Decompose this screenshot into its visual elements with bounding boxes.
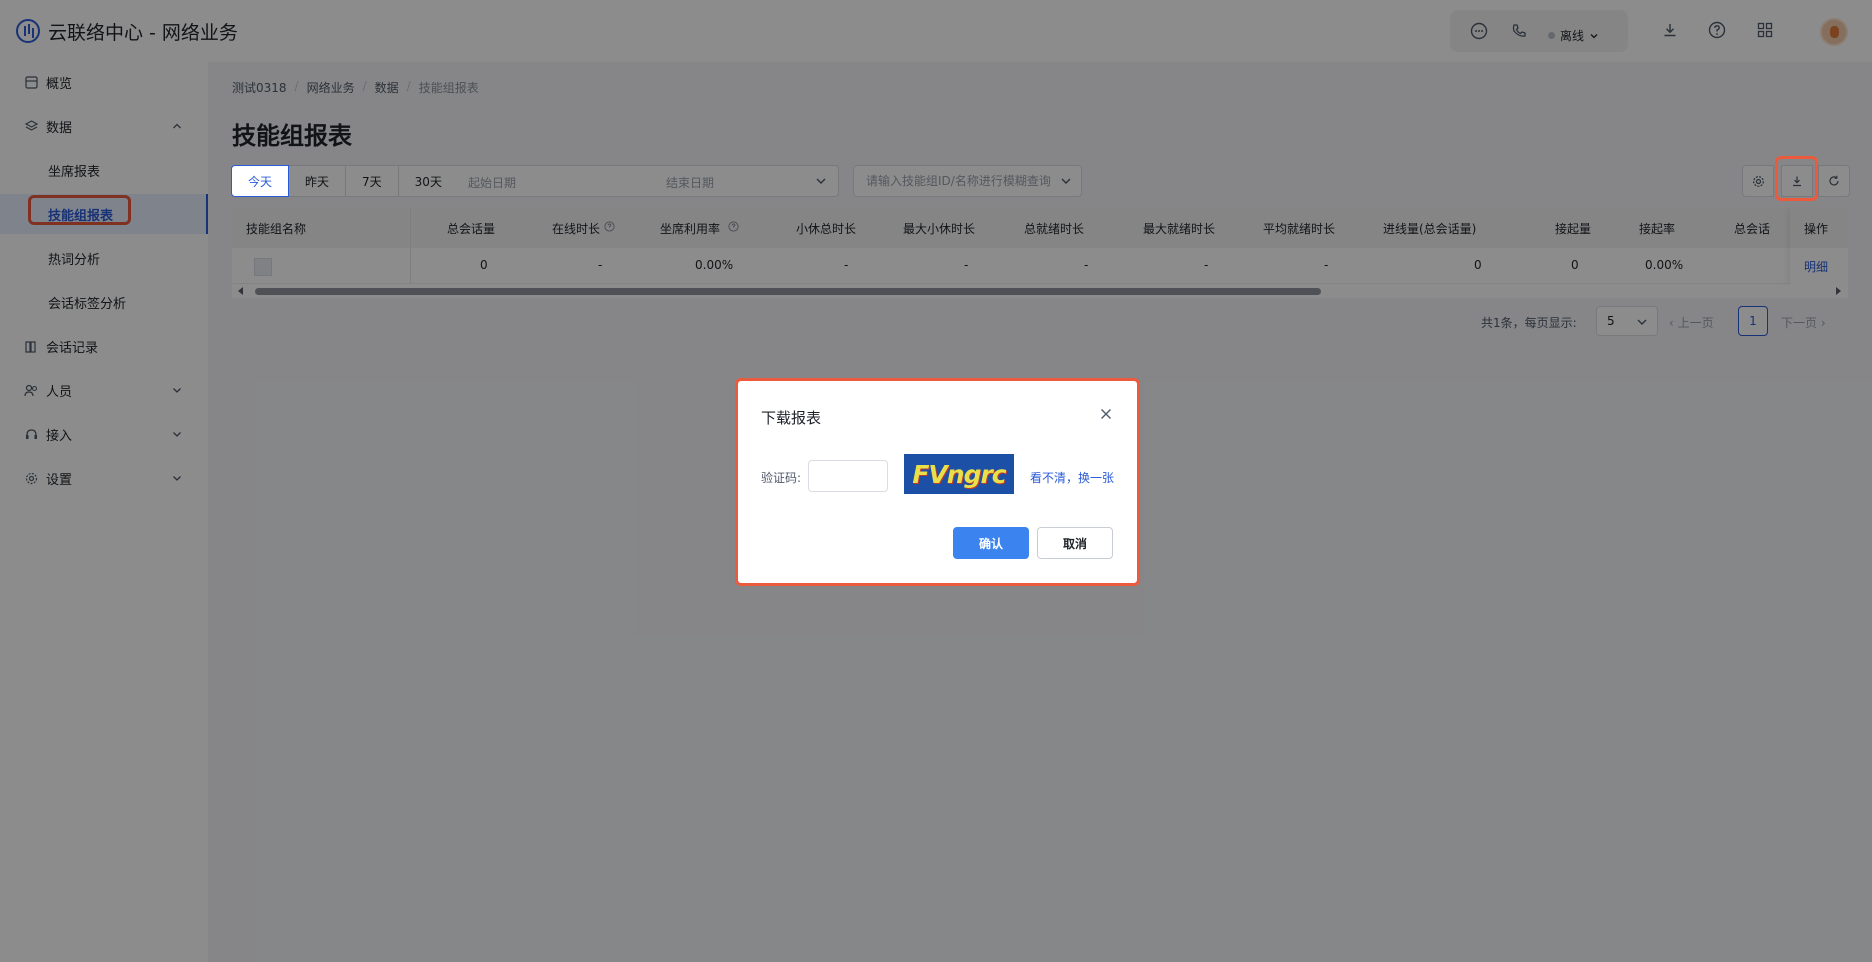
cancel-button[interactable]: 取消 [1037, 527, 1113, 559]
captcha-refresh-link[interactable]: 看不清，换一张 [1030, 469, 1114, 486]
captcha-input[interactable] [808, 460, 888, 492]
confirm-button[interactable]: 确认 [953, 527, 1029, 559]
captcha-label: 验证码: [761, 471, 802, 485]
highlight-box [1775, 156, 1818, 201]
captcha-image[interactable]: FVngrc [904, 454, 1014, 494]
download-report-dialog: 下载报表 验证码: FVngrc 看不清，换一张 确认 取消 [735, 378, 1140, 586]
close-icon[interactable] [1098, 406, 1114, 422]
captcha-text: FVngrc [912, 459, 1006, 489]
dialog-title: 下载报表 [761, 409, 822, 427]
range-today-button[interactable]: 今天 [231, 165, 290, 197]
